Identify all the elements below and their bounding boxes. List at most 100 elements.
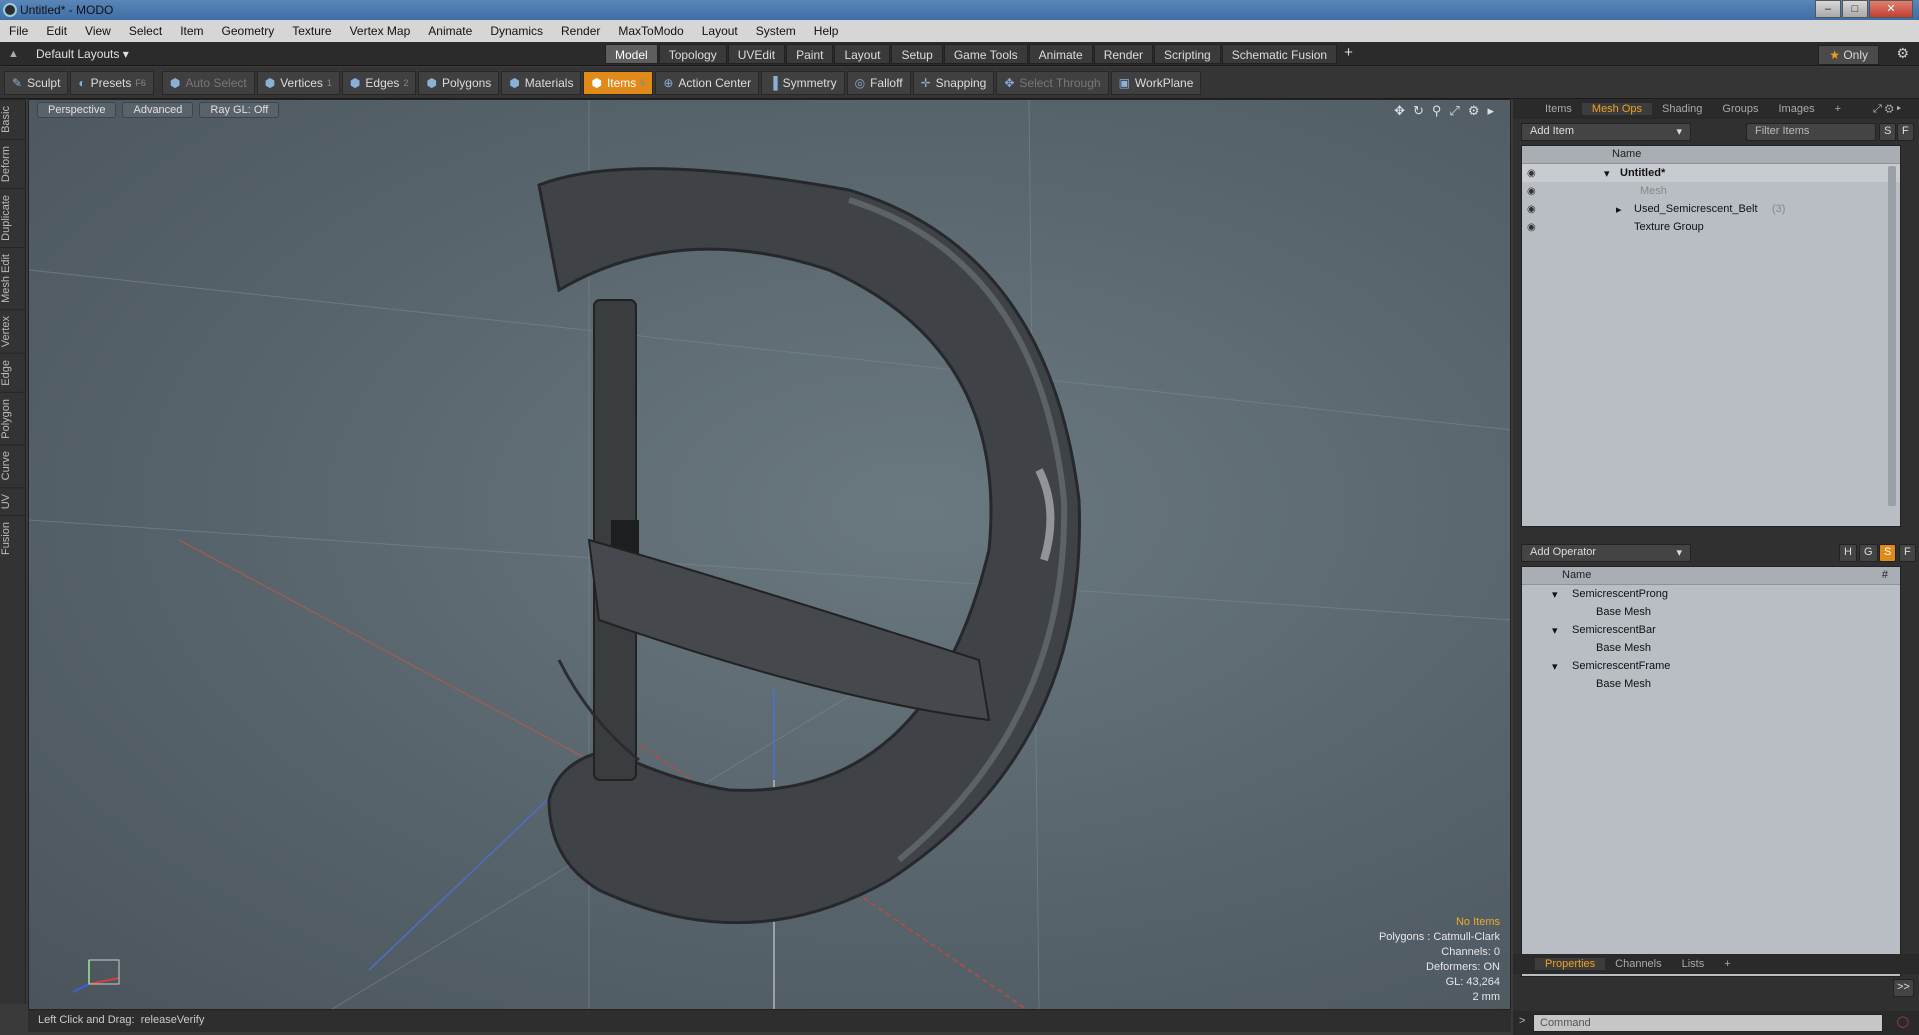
menu-system[interactable]: System — [747, 24, 805, 38]
tab-mesh-ops[interactable]: Mesh Ops — [1581, 103, 1653, 115]
rotate-icon[interactable]: ↻ — [1413, 103, 1424, 119]
add-panel-tab-button[interactable]: + — [1825, 103, 1851, 115]
record-icon[interactable]: ◯ — [1897, 1015, 1909, 1028]
item-list-scrollbar[interactable] — [1888, 166, 1896, 506]
polygons-button[interactable]: ⬢ Polygons — [418, 70, 500, 95]
tab-layout[interactable]: Layout — [834, 44, 891, 64]
expand-arrow-icon[interactable]: ▾ — [1552, 624, 1558, 637]
s-button[interactable]: S — [1879, 544, 1897, 562]
expand-arrow-icon[interactable]: ▾ — [1552, 588, 1558, 601]
action-center-button[interactable]: ⊕ Action Center — [655, 70, 760, 95]
auto-select-button[interactable]: ⬢ Auto Select — [161, 70, 255, 95]
h-button[interactable]: H — [1839, 544, 1857, 562]
menu-geometry[interactable]: Geometry — [213, 24, 284, 38]
list-item-base-mesh[interactable]: Base Mesh — [1522, 639, 1900, 657]
s-filter-button[interactable]: S — [1879, 123, 1897, 141]
eye-icon[interactable]: ◉ — [1527, 186, 1536, 197]
falloff-button[interactable]: ◎ Falloff — [846, 70, 911, 95]
menu-render[interactable]: Render — [552, 24, 609, 38]
menu-view[interactable]: View — [76, 24, 120, 38]
eye-icon[interactable]: ◉ — [1527, 222, 1536, 233]
sculpt-button[interactable]: ✎ Sculpt — [4, 70, 69, 95]
tab-paint[interactable]: Paint — [786, 44, 834, 64]
menu-file[interactable]: File — [0, 24, 37, 38]
list-item-bar[interactable]: ▾ SemicrescentBar — [1522, 621, 1900, 639]
tab-channels[interactable]: Channels — [1605, 958, 1671, 970]
3d-viewport[interactable]: Perspective Advanced Ray GL: Off ✥ ↻ ⚲ ⤢… — [28, 99, 1511, 1010]
tab-images[interactable]: Images — [1769, 103, 1825, 115]
menu-animate[interactable]: Animate — [419, 24, 481, 38]
eye-icon[interactable]: ◉ — [1527, 168, 1536, 179]
tab-scripting[interactable]: Scripting — [1154, 44, 1221, 64]
add-operator-button[interactable]: Add Operator ▾ — [1521, 544, 1691, 562]
zoom-icon[interactable]: ⚲ — [1432, 103, 1442, 119]
tab-curve[interactable]: Curve — [0, 444, 26, 487]
tab-uvedit[interactable]: UVEdit — [727, 44, 786, 64]
list-item-base-mesh[interactable]: Base Mesh — [1522, 675, 1900, 693]
viewport-arrow-icon[interactable]: ▸ — [1487, 103, 1494, 119]
menu-layout[interactable]: Layout — [693, 24, 747, 38]
edges-button[interactable]: ⬢ Edges 2 — [341, 70, 417, 95]
add-item-button[interactable]: Add Item ▾ — [1521, 123, 1691, 141]
tab-schematic-fusion[interactable]: Schematic Fusion — [1221, 44, 1338, 64]
eye-icon[interactable]: ◉ — [1527, 204, 1536, 215]
tab-uv[interactable]: UV — [0, 486, 26, 516]
tab-lists[interactable]: Lists — [1672, 958, 1715, 970]
presets-button[interactable]: ◐ Presets F6 — [70, 70, 154, 95]
items-button[interactable]: ⬢ Items 5 — [583, 70, 654, 95]
view-mode-dropdown[interactable]: Perspective — [37, 102, 117, 118]
expand-arrow-icon[interactable]: ▸ — [1616, 203, 1622, 216]
tab-shading[interactable]: Shading — [1652, 103, 1712, 115]
layout-up-icon[interactable]: ▲ — [8, 48, 20, 60]
menu-select[interactable]: Select — [120, 24, 171, 38]
tab-setup[interactable]: Setup — [891, 44, 943, 64]
shading-dropdown[interactable]: Advanced — [122, 102, 194, 118]
panel-expand-icon[interactable]: ⤢ ⚙ ▸ — [1863, 103, 1911, 116]
belt-buckle-model[interactable] — [537, 167, 1081, 925]
tab-groups[interactable]: Groups — [1712, 103, 1768, 115]
snapping-button[interactable]: ✛ Snapping — [912, 70, 995, 95]
workplane-button[interactable]: ▣ WorkPlane — [1110, 70, 1202, 95]
pan-icon[interactable]: ✥ — [1394, 103, 1405, 119]
list-item-mesh[interactable]: ◉ Mesh — [1522, 182, 1900, 200]
list-item-base-mesh[interactable]: Base Mesh — [1522, 603, 1900, 621]
tab-polygon[interactable]: Polygon — [0, 391, 26, 445]
list-item-prong[interactable]: ▾ SemicrescentProng — [1522, 585, 1900, 603]
list-item-frame[interactable]: ▾ SemicrescentFrame — [1522, 657, 1900, 675]
g-button[interactable]: G — [1859, 544, 1878, 562]
f-button[interactable]: F — [1899, 544, 1916, 562]
tab-items[interactable]: Items — [1535, 103, 1582, 115]
materials-button[interactable]: ⬢ Materials — [501, 70, 582, 95]
gear-icon[interactable]: ⚙ — [1896, 45, 1909, 62]
expand-arrow-icon[interactable]: ▾ — [1552, 660, 1558, 673]
command-input[interactable]: Command — [1533, 1014, 1883, 1032]
vertices-button[interactable]: ⬢ Vertices 1 — [256, 70, 340, 95]
tab-vertex[interactable]: Vertex — [0, 308, 26, 353]
tab-deform[interactable]: Deform — [0, 138, 26, 188]
only-button[interactable]: ★ Only — [1818, 45, 1879, 65]
tab-edge[interactable]: Edge — [0, 352, 26, 392]
menu-texture[interactable]: Texture — [283, 24, 340, 38]
select-through-button[interactable]: ✥ Select Through — [996, 70, 1109, 95]
tab-duplicate[interactable]: Duplicate — [0, 187, 26, 247]
tab-topology[interactable]: Topology — [658, 44, 727, 64]
close-button[interactable]: ✕ — [1869, 0, 1913, 18]
menu-vertex-map[interactable]: Vertex Map — [341, 24, 420, 38]
viewport-gear-icon[interactable]: ⚙ — [1468, 103, 1480, 119]
tab-render[interactable]: Render — [1093, 44, 1154, 64]
tab-animate[interactable]: Animate — [1028, 44, 1093, 64]
f-filter-button[interactable]: F — [1897, 123, 1914, 141]
minimize-button[interactable]: – — [1815, 0, 1841, 18]
tab-fusion[interactable]: Fusion — [0, 515, 26, 562]
fit-icon[interactable]: ⤢ — [1449, 103, 1459, 119]
add-bottom-tab-button[interactable]: + — [1714, 958, 1740, 970]
expand-command-button[interactable]: >> — [1893, 979, 1914, 997]
maximize-button[interactable]: □ — [1842, 0, 1868, 18]
raygl-toggle[interactable]: Ray GL: Off — [199, 102, 280, 118]
list-item-texture-group[interactable]: ◉ Texture Group — [1522, 218, 1900, 236]
menu-edit[interactable]: Edit — [37, 24, 76, 38]
default-layouts-dropdown[interactable]: Default Layouts ▾ — [36, 47, 129, 61]
tab-model[interactable]: Model — [605, 44, 658, 64]
tab-game-tools[interactable]: Game Tools — [943, 44, 1028, 64]
list-item-scene[interactable]: ◉ ▾ Untitled* — [1522, 164, 1900, 182]
